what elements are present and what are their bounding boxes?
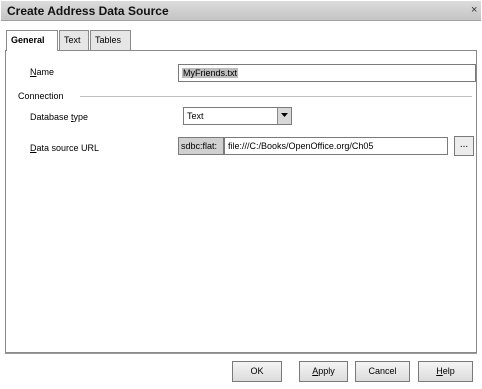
apply-button[interactable]: Apply (299, 361, 348, 382)
cancel-button[interactable]: Cancel (355, 361, 410, 382)
name-label: Name (30, 67, 55, 77)
browse-button[interactable]: ... (454, 136, 474, 156)
tab-tables[interactable]: Tables (90, 30, 131, 50)
database-type-value: Text (187, 111, 204, 121)
close-icon[interactable]: × (471, 4, 481, 17)
name-field[interactable]: MyFriends.txt (178, 64, 476, 82)
ok-button[interactable]: OK (232, 361, 282, 382)
help-button[interactable]: Help (418, 361, 473, 382)
title-bar: Create Address Data Source × (1, 1, 481, 21)
create-address-data-source-dialog: Create Address Data Source × General Tex… (0, 0, 482, 389)
database-type-label: Database type (30, 112, 89, 122)
data-source-url-label: Data source URL (30, 143, 100, 153)
general-panel: Name MyFriends.txt Connection Database t… (5, 50, 477, 353)
chevron-down-icon[interactable] (277, 108, 291, 124)
button-separator (5, 353, 477, 354)
data-source-url-field[interactable]: file:///C:/Books/OpenOffice.org/Ch05 (224, 137, 448, 155)
database-type-select[interactable]: Text (183, 107, 292, 125)
window-title: Create Address Data Source (7, 4, 169, 18)
url-prefix: sdbc:flat: (178, 137, 224, 155)
connection-group-label: Connection (18, 91, 64, 101)
connection-group-divider (80, 96, 472, 97)
tab-text[interactable]: Text (59, 30, 89, 50)
tab-general[interactable]: General (6, 30, 58, 51)
